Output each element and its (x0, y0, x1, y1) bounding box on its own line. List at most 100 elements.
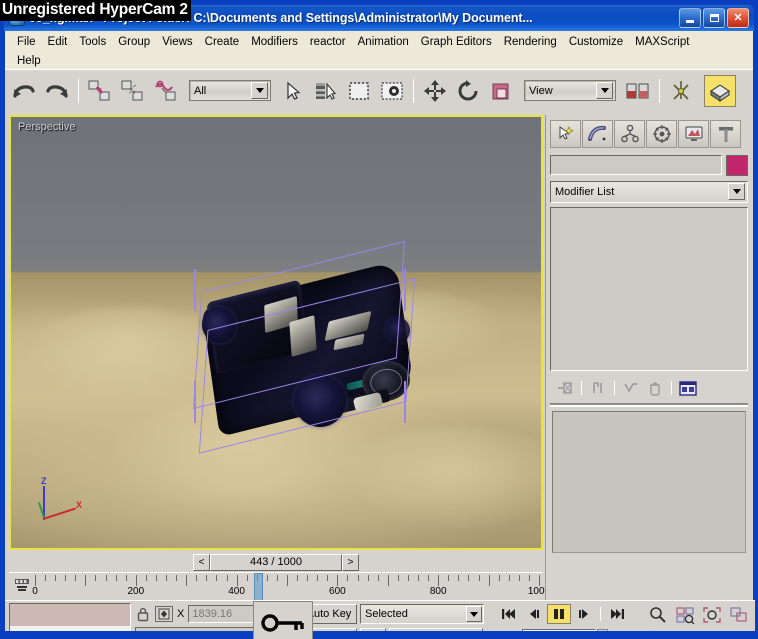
menu-item-tools[interactable]: Tools (73, 33, 112, 52)
selected-object-truck[interactable] (186, 240, 436, 454)
selection-filter-value: All (194, 84, 207, 97)
time-slider[interactable]: < 443 / 1000 > (9, 552, 543, 572)
selection-set-icon[interactable] (155, 606, 173, 622)
modifier-stack-list[interactable] (550, 207, 748, 371)
command-tab-display[interactable] (678, 120, 709, 148)
time-cursor[interactable] (254, 573, 264, 601)
object-name-field[interactable] (550, 155, 722, 175)
viewport-canvas[interactable]: Perspective Z X (11, 117, 541, 548)
zoom-all-button[interactable] (672, 604, 697, 625)
chevron-down-icon[interactable] (251, 82, 268, 99)
next-frame-button[interactable] (572, 604, 596, 624)
track-bar-tick-label: 400 (228, 586, 245, 597)
modifier-stack-toolbar (550, 375, 748, 401)
selection-bounding-box (186, 240, 436, 454)
viewport-label[interactable]: Perspective (18, 121, 75, 133)
parameters-rollout-area[interactable] (552, 411, 746, 553)
menu-item-file[interactable]: File (11, 33, 42, 52)
select-and-manipulate-button[interactable] (665, 75, 697, 107)
x-axis-label: X (76, 500, 83, 510)
menu-item-customize[interactable]: Customize (563, 33, 629, 52)
play-pause-button[interactable] (547, 604, 571, 624)
modifier-list-combo[interactable]: Modifier List (550, 181, 748, 203)
menu-item-views[interactable]: Views (156, 33, 198, 52)
configure-modifier-sets-button[interactable] (677, 378, 699, 398)
selection-filter-combo[interactable]: All (189, 80, 271, 101)
undo-button[interactable] (8, 75, 40, 107)
axis-tripod: Z X (37, 466, 97, 526)
chevron-down-icon[interactable] (466, 606, 482, 622)
menu-bar: File Edit Tools Group Views Create Modif… (5, 31, 753, 69)
track-bar-tick-label: 200 (127, 586, 145, 597)
x-axis (43, 507, 76, 520)
panel-divider (550, 403, 748, 407)
toolbar-separator-2 (413, 78, 414, 103)
pin-stack-button[interactable] (554, 378, 576, 398)
menu-item-animation[interactable]: Animation (352, 33, 415, 52)
rectangular-selection-region-button[interactable] (343, 75, 375, 107)
3dsmax-window: 09_fig.max - Project Folder: C:\Document… (0, 0, 758, 639)
window-bottom-border (0, 631, 758, 639)
window-body: File Edit Tools Group Views Create Modif… (4, 31, 755, 639)
menu-item-create[interactable]: Create (199, 33, 246, 52)
mini-curve-editor-icon[interactable] (13, 577, 31, 595)
zoom-extents-button[interactable] (699, 604, 724, 625)
go-to-start-button[interactable] (497, 604, 521, 624)
toolbar-separator-3 (659, 78, 660, 103)
remove-modifier-button[interactable] (644, 378, 666, 398)
perspective-viewport[interactable]: Perspective Z X (9, 115, 543, 550)
window-crossing-button[interactable] (376, 75, 408, 107)
maximize-button[interactable] (703, 8, 725, 28)
redo-button[interactable] (41, 75, 73, 107)
minimize-button[interactable] (679, 8, 701, 28)
use-pivot-point-center-button[interactable] (622, 75, 654, 107)
show-end-result-button[interactable] (587, 378, 609, 398)
object-color-swatch[interactable] (726, 154, 748, 176)
command-tab-utilities[interactable] (710, 120, 741, 148)
modifier-list-value: Modifier List (555, 186, 615, 198)
menu-item-modifiers[interactable]: Modifiers (245, 33, 304, 52)
chevron-down-icon[interactable] (596, 82, 613, 99)
select-and-scale-button[interactable] (485, 75, 517, 107)
select-and-link-button[interactable] (84, 75, 116, 107)
menu-item-group[interactable]: Group (112, 33, 156, 52)
key-mode-value: Selected (365, 608, 408, 620)
unlink-selection-button[interactable] (117, 75, 149, 107)
reference-coordinate-system-combo[interactable]: View (524, 80, 616, 101)
toolbar-separator-1 (78, 78, 79, 103)
select-and-move-button[interactable] (419, 75, 451, 107)
menu-item-reactor[interactable]: reactor (304, 33, 352, 52)
render-scene-button[interactable] (704, 74, 736, 107)
menu-item-graph-editors[interactable]: Graph Editors (415, 33, 498, 52)
chevron-down-icon[interactable] (728, 183, 745, 200)
track-bar-tick-label: 0 (32, 586, 38, 597)
command-tab-motion[interactable] (646, 120, 677, 148)
menu-item-maxscript[interactable]: MAXScript (629, 33, 695, 52)
select-object-button[interactable] (277, 75, 309, 107)
key-cursor-icon (253, 601, 313, 639)
x-coordinate-label: X (177, 608, 185, 620)
close-button[interactable]: ✕ (727, 8, 749, 28)
time-slider-next-button[interactable]: > (342, 553, 359, 571)
command-tab-modify[interactable] (582, 120, 613, 148)
menu-item-edit[interactable]: Edit (42, 33, 74, 52)
lock-selection-icon[interactable] (135, 605, 151, 623)
select-and-rotate-button[interactable] (452, 75, 484, 107)
zoom-region-button[interactable] (726, 604, 751, 625)
select-by-name-button[interactable] (310, 75, 342, 107)
key-mode-combo[interactable]: Selected (360, 604, 484, 624)
make-unique-button[interactable] (620, 378, 642, 398)
go-to-end-button[interactable] (605, 604, 629, 624)
time-slider-value[interactable]: 443 / 1000 (210, 553, 342, 571)
listener-input-pane[interactable] (10, 604, 130, 626)
track-bar-tick-label: 600 (329, 586, 346, 597)
zoom-button[interactable] (645, 604, 670, 625)
command-tab-hierarchy[interactable] (614, 120, 645, 148)
time-slider-prev-button[interactable]: < (193, 553, 210, 571)
command-tab-create[interactable] (550, 120, 581, 148)
hypercam-watermark: Unregistered HyperCam 2 (0, 0, 191, 21)
track-bar[interactable]: 0 200 400 600 800 1000 (9, 572, 550, 601)
bind-to-space-warp-button[interactable] (150, 75, 182, 107)
menu-item-rendering[interactable]: Rendering (498, 33, 563, 52)
previous-frame-button[interactable] (522, 604, 546, 624)
